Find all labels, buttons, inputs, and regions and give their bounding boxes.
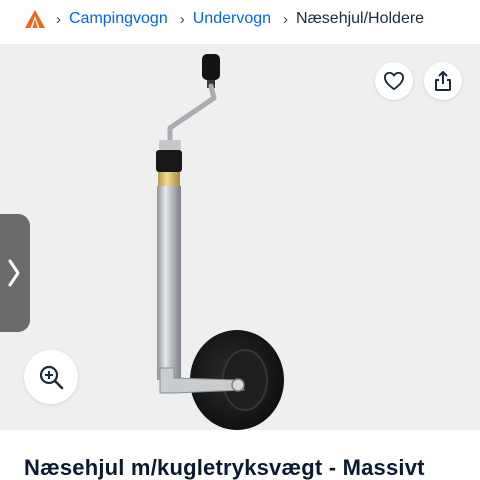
share-icon (435, 71, 451, 91)
tent-logo-icon[interactable] (24, 8, 46, 30)
gallery-next-button[interactable] (0, 214, 30, 332)
breadcrumb-separator-icon: › (56, 10, 61, 28)
chevron-right-icon (8, 259, 20, 287)
breadcrumb-separator-icon: › (283, 10, 289, 28)
favorite-button[interactable] (375, 62, 413, 100)
breadcrumb-link-campingvogn[interactable]: Campingvogn (69, 11, 168, 27)
zoom-in-icon (39, 365, 64, 390)
breadcrumb-current: Næsehjul/Holdere (296, 10, 425, 27)
product-image[interactable] (130, 50, 300, 430)
listing-title: Næsehjul m/kugletryksvægt - Massivt (24, 455, 425, 480)
image-gallery[interactable] (0, 44, 480, 430)
breadcrumb: › Campingvogn › Undervogn › Næsehjul/Hol… (0, 0, 480, 38)
share-button[interactable] (424, 62, 462, 100)
breadcrumb-link-undervogn[interactable]: Undervogn (193, 11, 271, 27)
zoom-button[interactable] (24, 350, 78, 404)
breadcrumb-separator-icon: › (179, 10, 185, 28)
heart-icon (383, 71, 405, 91)
